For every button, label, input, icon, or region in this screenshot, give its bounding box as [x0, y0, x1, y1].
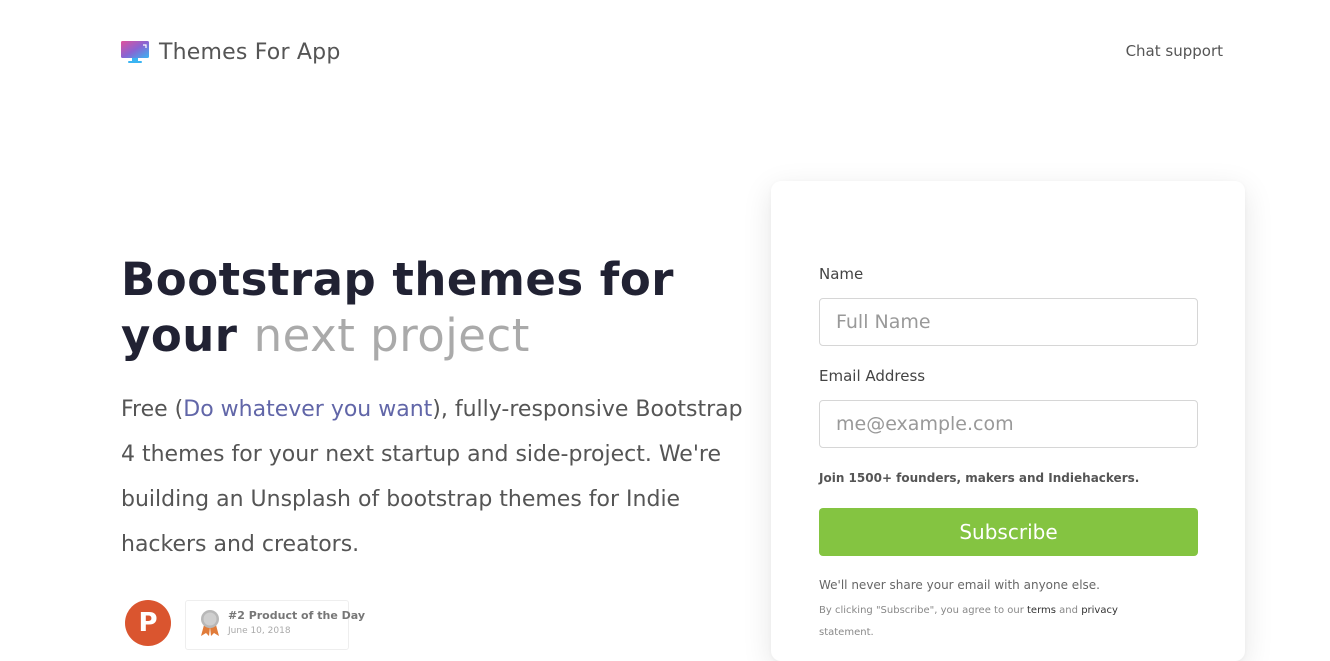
license-link[interactable]: Do whatever you want: [183, 397, 432, 422]
terms-suffix: statement.: [819, 627, 874, 638]
join-text: Join 1500+ founders, makers and Indiehac…: [819, 471, 1140, 485]
brand-name: Themes For App: [159, 39, 341, 65]
badge-date: June 10, 2018: [228, 626, 291, 636]
badge-title: #2 Product of the Day: [228, 609, 365, 622]
email-field[interactable]: [819, 400, 1198, 448]
chat-support-link[interactable]: Chat support: [1126, 42, 1223, 60]
email-label: Email Address: [819, 367, 926, 385]
product-hunt-letter: P: [138, 608, 158, 638]
hero-title: Bootstrap themes for your next project: [121, 252, 674, 364]
hero-description: Free (Do whatever you want), fully-respo…: [121, 387, 751, 567]
medal-icon: [198, 609, 222, 637]
terms-prefix: By clicking "Subscribe", you agree to ou…: [819, 605, 1024, 616]
hero-title-muted: next project: [253, 309, 530, 362]
hero-title-your: your: [121, 309, 238, 362]
monitor-icon: [121, 39, 149, 65]
privacy-link[interactable]: privacy: [1081, 605, 1118, 616]
brand-logo[interactable]: Themes For App: [121, 38, 341, 66]
subscribe-form-card: Name Email Address Join 1500+ founders, …: [771, 181, 1245, 661]
hero-title-line1: Bootstrap themes for: [121, 253, 674, 306]
terms-link[interactable]: terms: [1027, 605, 1056, 616]
product-of-the-day-badge[interactable]: #2 Product of the Day June 10, 2018: [185, 600, 365, 650]
hero-desc-prefix: Free (: [121, 397, 184, 422]
terms-and: and: [1059, 605, 1078, 616]
terms-note: By clicking "Subscribe", you agree to ou…: [819, 600, 1189, 644]
privacy-note: We'll never share your email with anyone…: [819, 578, 1100, 592]
subscribe-button[interactable]: Subscribe: [819, 508, 1198, 556]
product-hunt-icon[interactable]: P: [125, 600, 171, 646]
name-field[interactable]: [819, 298, 1198, 346]
name-label: Name: [819, 265, 864, 283]
